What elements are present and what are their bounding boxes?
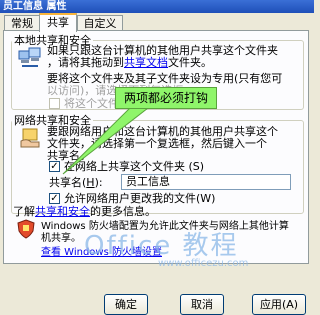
callout-note: 两项都必须打钩 (115, 87, 217, 109)
watermark-url: www.officezu.com (158, 258, 249, 269)
watermark-brand: Office 教程 (84, 231, 239, 261)
